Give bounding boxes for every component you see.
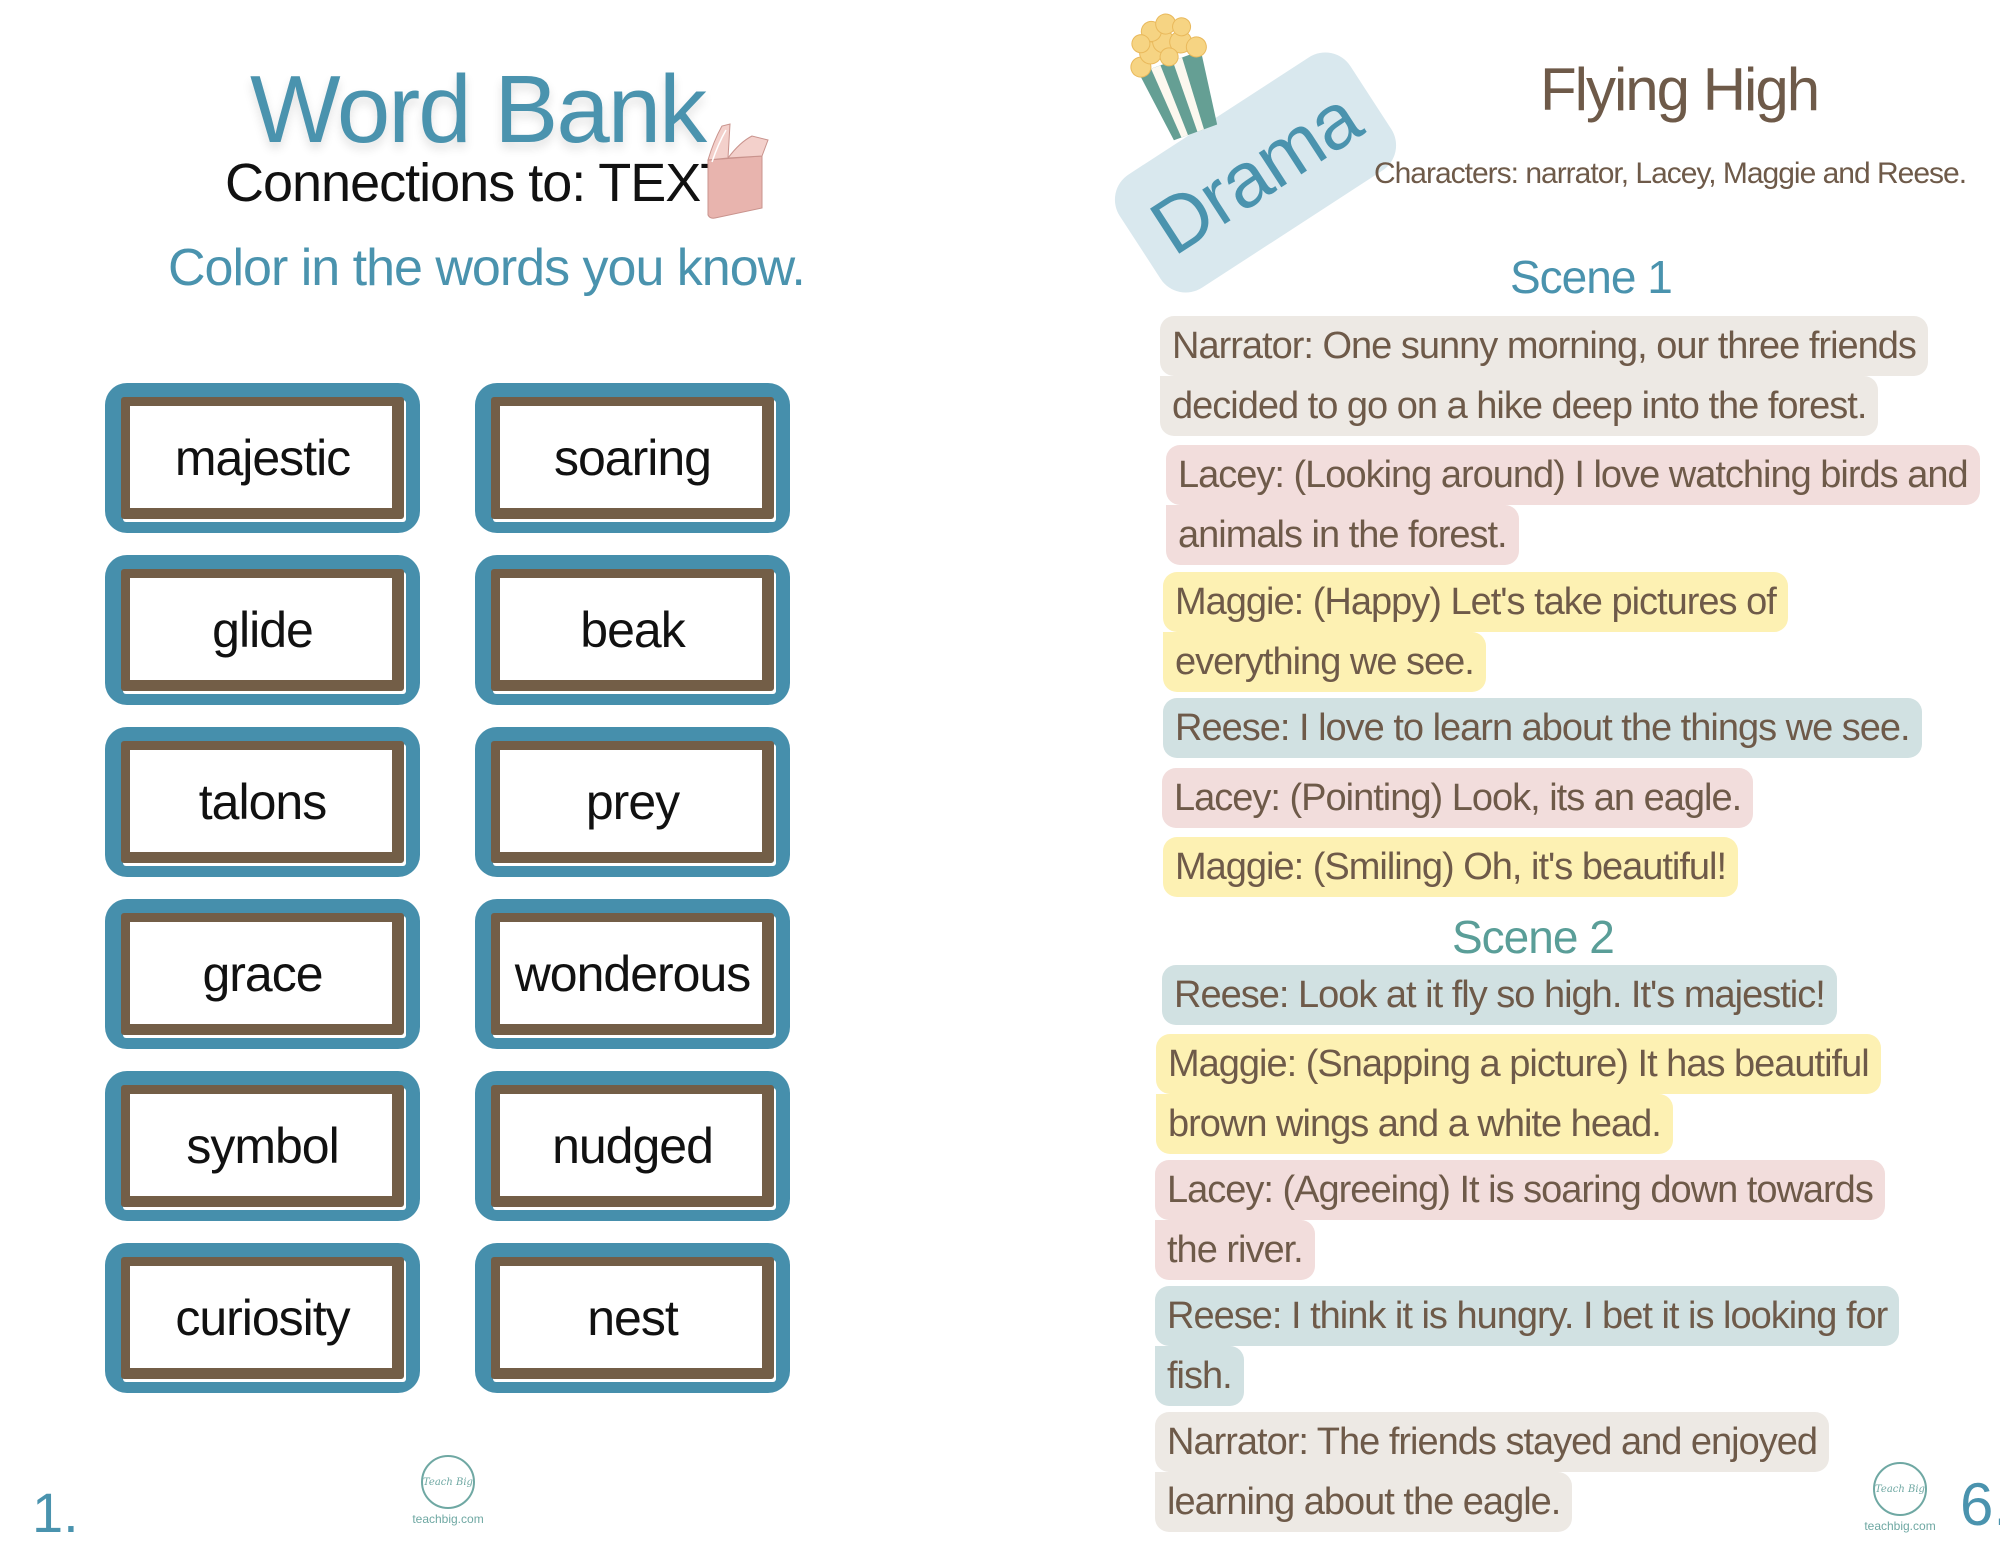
dialogue-text: Narrator: One sunny morning, our three f… <box>1160 316 1928 376</box>
coloring-instruction: Color in the words you know. <box>168 239 806 297</box>
word-bank-title: Word Bank <box>250 56 707 163</box>
play-title: Flying High <box>1540 56 1820 123</box>
dialogue-text: Lacey: (Looking around) I love watching … <box>1166 445 1980 505</box>
dialogue-text: Narrator: The friends stayed and enjoyed <box>1155 1412 1830 1472</box>
dialogue-text: everything we see. <box>1163 632 1486 692</box>
scene-heading: Scene 1 <box>1510 251 1673 303</box>
dialogue-text: Maggie: (Happy) Let's take pictures of <box>1163 572 1788 632</box>
dialogue-line: Reese: I love to learn about the things … <box>1163 698 1922 758</box>
word-card[interactable]: nest <box>475 1243 790 1393</box>
dialogue-text: the river. <box>1155 1220 1315 1280</box>
logo-url: teachbig.com <box>412 1512 484 1526</box>
word-label: curiosity <box>175 1290 350 1346</box>
word-label: nest <box>587 1290 679 1346</box>
character-list: Characters: narrator, Lacey, Maggie and … <box>1373 157 1967 190</box>
word-label: grace <box>202 946 323 1002</box>
dialogue-line: Lacey: (Pointing) Look, its an eagle. <box>1162 768 1754 828</box>
dialogue-text: learning about the eagle. <box>1155 1472 1573 1532</box>
dialogue-text: Reese: I think it is hungry. I bet it is… <box>1155 1286 1900 1346</box>
drama-page: Drama Flying High Characters: narrator, … <box>1000 0 2000 1545</box>
dialogue-line: Maggie: (Happy) Let's take pictures of e… <box>1163 572 1788 692</box>
dialogue-line: Lacey: (Agreeing) It is soaring down tow… <box>1155 1160 1885 1280</box>
word-card[interactable]: soaring <box>475 383 790 533</box>
word-label: majestic <box>174 430 351 486</box>
teachbig-logo: Teach Big teachbig.com <box>408 1455 488 1526</box>
dialogue-text: fish. <box>1155 1346 1244 1406</box>
logo-url: teachbig.com <box>1864 1519 1936 1533</box>
word-label: wonderous <box>514 946 752 1002</box>
word-card[interactable]: beak <box>475 555 790 705</box>
word-card[interactable]: curiosity <box>105 1243 420 1393</box>
word-label: prey <box>585 774 680 830</box>
dialogue-line: Maggie: (Smiling) Oh, it's beautiful! <box>1163 837 1739 897</box>
word-card[interactable]: prey <box>475 727 790 877</box>
word-card[interactable]: wonderous <box>475 899 790 1049</box>
connections-subtitle: Connections to: TEXT <box>225 153 733 213</box>
word-card[interactable]: talons <box>105 727 420 877</box>
word-bank-page: Word Bank Connections to: TEXT Color in … <box>0 0 1000 1545</box>
word-card[interactable]: grace <box>105 899 420 1049</box>
teachbig-logo: Teach Big teachbig.com <box>1860 1462 1940 1533</box>
dialogue-text: animals in the forest. <box>1166 505 1519 565</box>
word-label: beak <box>580 602 685 658</box>
dialogue-text: Lacey: (Pointing) Look, its an eagle. <box>1162 768 1754 828</box>
word-card[interactable]: symbol <box>105 1071 420 1221</box>
word-label: glide <box>212 602 314 658</box>
dialogue-line: Lacey: (Looking around) I love watching … <box>1166 445 1980 565</box>
page-number: 6. <box>1960 1471 2000 1538</box>
word-card[interactable]: majestic <box>105 383 420 533</box>
word-label: symbol <box>186 1118 339 1174</box>
book-icon <box>707 123 769 219</box>
scene-heading: Scene 2 <box>1452 911 1615 963</box>
dialogue-line: Narrator: The friends stayed and enjoyed… <box>1155 1412 1830 1532</box>
dialogue-text: Reese: I love to learn about the things … <box>1163 698 1922 758</box>
page-number: 1. <box>32 1481 79 1544</box>
dialogue-text: Reese: Look at it fly so high. It's maje… <box>1162 965 1837 1025</box>
word-label: nudged <box>552 1118 714 1174</box>
popcorn-icon <box>1130 13 1218 141</box>
logo-mark-icon: Teach Big <box>421 1455 475 1509</box>
dialogue-line: Narrator: One sunny morning, our three f… <box>1160 316 1928 436</box>
dialogue-text: Maggie: (Smiling) Oh, it's beautiful! <box>1163 837 1739 897</box>
dialogue-line: Reese: Look at it fly so high. It's maje… <box>1162 965 1837 1025</box>
word-label: talons <box>198 774 327 830</box>
word-label: soaring <box>554 430 712 486</box>
dialogue-line: Maggie: (Snapping a picture) It has beau… <box>1156 1034 1881 1154</box>
dialogue-text: Lacey: (Agreeing) It is soaring down tow… <box>1155 1160 1885 1220</box>
logo-mark-icon: Teach Big <box>1873 1462 1927 1516</box>
word-card-grid: majestic soaring glide beak talons prey … <box>105 383 790 1393</box>
word-card[interactable]: nudged <box>475 1071 790 1221</box>
dialogue-text: brown wings and a white head. <box>1156 1094 1673 1154</box>
dialogue-text: Maggie: (Snapping a picture) It has beau… <box>1156 1034 1881 1094</box>
dialogue-text: decided to go on a hike deep into the fo… <box>1160 376 1879 436</box>
word-card[interactable]: glide <box>105 555 420 705</box>
dialogue-line: Reese: I think it is hungry. I bet it is… <box>1155 1286 1900 1406</box>
